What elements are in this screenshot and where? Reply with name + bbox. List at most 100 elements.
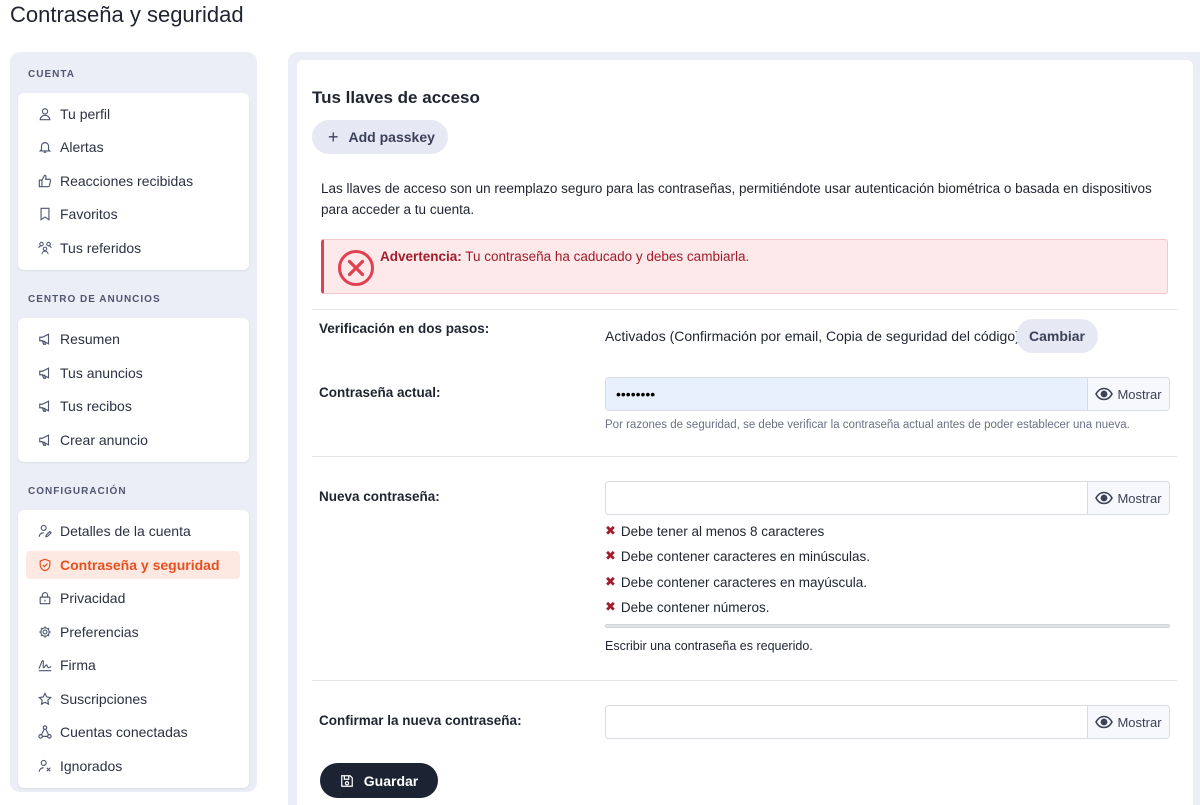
signature-icon bbox=[38, 660, 52, 672]
eye-icon bbox=[1095, 491, 1114, 505]
show-label: Mostrar bbox=[1117, 490, 1162, 506]
sidebar-item-label: Contraseña y seguridad bbox=[60, 557, 220, 573]
sidebar-item-label: Resumen bbox=[60, 331, 120, 347]
save-button[interactable]: Guardar bbox=[320, 763, 438, 798]
sidebar-item-label: Suscripciones bbox=[60, 691, 148, 707]
alert-message: Advertencia: Tu contraseña ha caducado y… bbox=[380, 249, 749, 264]
save-label: Guardar bbox=[363, 772, 419, 789]
show-new-password-button[interactable]: Mostrar bbox=[1087, 482, 1169, 514]
sidebar-item-label: Preferencias bbox=[60, 624, 139, 640]
password-expired-alert: Advertencia: Tu contraseña ha caducado y… bbox=[321, 239, 1168, 294]
sidebar-card-configuracion: Detalles de la cuenta Contraseña y segur… bbox=[18, 510, 249, 788]
requirement-item: ✖ Debe contener números. bbox=[605, 599, 770, 615]
sidebar-section-centro-de-anuncios: CENTRO DE ANUNCIOS bbox=[28, 294, 161, 305]
megaphone-icon bbox=[39, 434, 50, 446]
requirement-item: ✖ Debe tener al menos 8 caracteres bbox=[605, 523, 824, 539]
sidebar-section-cuenta: CUENTA bbox=[28, 69, 75, 80]
requirement-item: ✖ Debe contener caracteres en minúsculas… bbox=[605, 548, 870, 564]
sidebar-item-label: Ignorados bbox=[60, 758, 123, 774]
sidebar-item-label: Firma bbox=[60, 657, 96, 673]
sidebar-item-label: Cuentas conectadas bbox=[60, 724, 188, 740]
change-label: Cambiar bbox=[1028, 328, 1086, 344]
sidebar-item-tus-referidos[interactable]: Tus referidos bbox=[26, 234, 240, 262]
eye-icon bbox=[1095, 387, 1114, 401]
lock-icon bbox=[39, 592, 51, 605]
divider bbox=[312, 680, 1177, 681]
sidebar-item-tus-recibos[interactable]: Tus recibos bbox=[26, 392, 240, 420]
confirm-password-group: Mostrar bbox=[605, 705, 1170, 739]
show-label: Mostrar bbox=[1117, 714, 1162, 730]
current-password-hint: Por razones de seguridad, se debe verifi… bbox=[605, 419, 1130, 431]
sidebar-section-configuracion: CONFIGURACIÓN bbox=[28, 486, 127, 497]
users-icon bbox=[38, 241, 52, 255]
sidebar-item-label: Reacciones recibidas bbox=[60, 173, 194, 189]
floppy-disk-icon bbox=[340, 774, 353, 787]
eye-icon bbox=[1095, 715, 1114, 729]
sidebar-item-crear-anuncio[interactable]: Crear anuncio bbox=[26, 426, 240, 454]
add-passkey-button[interactable]: + Add passkey bbox=[312, 120, 448, 154]
current-password-input[interactable] bbox=[606, 378, 1087, 410]
sidebar-item-contrasena-y-seguridad[interactable]: Contraseña y seguridad bbox=[26, 551, 240, 579]
confirm-password-label: Confirmar la nueva contraseña: bbox=[319, 713, 522, 728]
requirement-text: Debe contener números. bbox=[620, 599, 770, 615]
show-label: Mostrar bbox=[1117, 386, 1162, 402]
alert-strong: Advertencia: bbox=[380, 249, 462, 264]
sidebar-item-tu-perfil[interactable]: Tu perfil bbox=[26, 100, 240, 128]
password-strength-bar bbox=[605, 624, 1170, 628]
star-icon bbox=[38, 692, 52, 706]
sidebar-item-favoritos[interactable]: Favoritos bbox=[26, 200, 240, 228]
requirement-text: Debe contener caracteres en mayúscula. bbox=[620, 574, 868, 590]
confirm-password-input[interactable] bbox=[606, 706, 1087, 738]
sidebar-item-label: Privacidad bbox=[60, 590, 126, 606]
passkeys-description: Las llaves de acceso son un reemplazo se… bbox=[321, 181, 1152, 217]
passkeys-title: Tus llaves de acceso bbox=[312, 88, 480, 107]
megaphone-icon bbox=[39, 400, 50, 412]
bookmark-icon bbox=[40, 207, 50, 221]
sidebar-item-label: Tus referidos bbox=[60, 240, 142, 256]
password-required-message: Escribir una contraseña es requerido. bbox=[605, 639, 813, 653]
sidebar-item-label: Tu perfil bbox=[60, 106, 111, 122]
sidebar-item-reacciones-recibidas[interactable]: Reacciones recibidas bbox=[26, 167, 240, 195]
error-circle-icon bbox=[338, 250, 374, 286]
user-edit-icon bbox=[38, 524, 52, 538]
x-icon: ✖ bbox=[605, 574, 616, 589]
requirement-item: ✖ Debe contener caracteres en mayúscula. bbox=[605, 574, 867, 590]
sidebar-item-label: Tus recibos bbox=[60, 398, 132, 414]
gear-icon bbox=[39, 626, 51, 638]
new-password-input[interactable] bbox=[606, 482, 1087, 514]
user-icon bbox=[39, 108, 51, 121]
divider bbox=[312, 456, 1177, 457]
sidebar-item-resumen[interactable]: Resumen bbox=[26, 325, 240, 353]
sidebar-item-detalles-de-la-cuenta[interactable]: Detalles de la cuenta bbox=[26, 517, 240, 545]
x-icon: ✖ bbox=[605, 523, 616, 538]
show-confirm-password-button[interactable]: Mostrar bbox=[1087, 706, 1169, 738]
x-icon: ✖ bbox=[605, 599, 616, 614]
bell-icon bbox=[38, 142, 52, 153]
sidebar-item-alertas[interactable]: Alertas bbox=[26, 133, 240, 161]
sidebar-item-cuentas-conectadas[interactable]: Cuentas conectadas bbox=[26, 718, 240, 746]
show-current-password-button[interactable]: Mostrar bbox=[1087, 378, 1169, 410]
megaphone-icon bbox=[39, 333, 50, 345]
sidebar-card-cuenta: Tu perfil Alertas Reacciones recibidas F… bbox=[18, 93, 249, 270]
sidebar-item-firma[interactable]: Firma bbox=[26, 651, 240, 679]
new-password-group: Mostrar bbox=[605, 481, 1170, 515]
sidebar-item-suscripciones[interactable]: Suscripciones bbox=[26, 685, 240, 713]
page-title: Contraseña y seguridad bbox=[10, 2, 244, 27]
sidebar-item-tus-anuncios[interactable]: Tus anuncios bbox=[26, 359, 240, 387]
shield-icon bbox=[39, 558, 51, 572]
two-step-status: Activados (Confirmación por email, Copia… bbox=[605, 328, 1020, 344]
sidebar-card-anuncios: Resumen Tus anuncios Tus recibos Crear a… bbox=[18, 318, 249, 462]
sidebar-item-preferencias[interactable]: Preferencias bbox=[26, 618, 240, 646]
settings-card bbox=[297, 60, 1193, 805]
sidebar-item-privacidad[interactable]: Privacidad bbox=[26, 584, 240, 612]
sidebar-item-label: Detalles de la cuenta bbox=[60, 523, 191, 539]
divider bbox=[312, 309, 1177, 310]
x-icon: ✖ bbox=[605, 548, 616, 563]
requirement-text: Debe tener al menos 8 caracteres bbox=[620, 523, 825, 539]
alert-text: Tu contraseña ha caducado y debes cambia… bbox=[461, 249, 750, 264]
user-x-icon bbox=[38, 759, 51, 772]
change-two-step-button[interactable]: Cambiar bbox=[1016, 319, 1098, 353]
sidebar-item-label: Alertas bbox=[60, 139, 104, 155]
sidebar-item-ignorados[interactable]: Ignorados bbox=[26, 752, 240, 780]
sidebar-item-label: Favoritos bbox=[60, 206, 118, 222]
